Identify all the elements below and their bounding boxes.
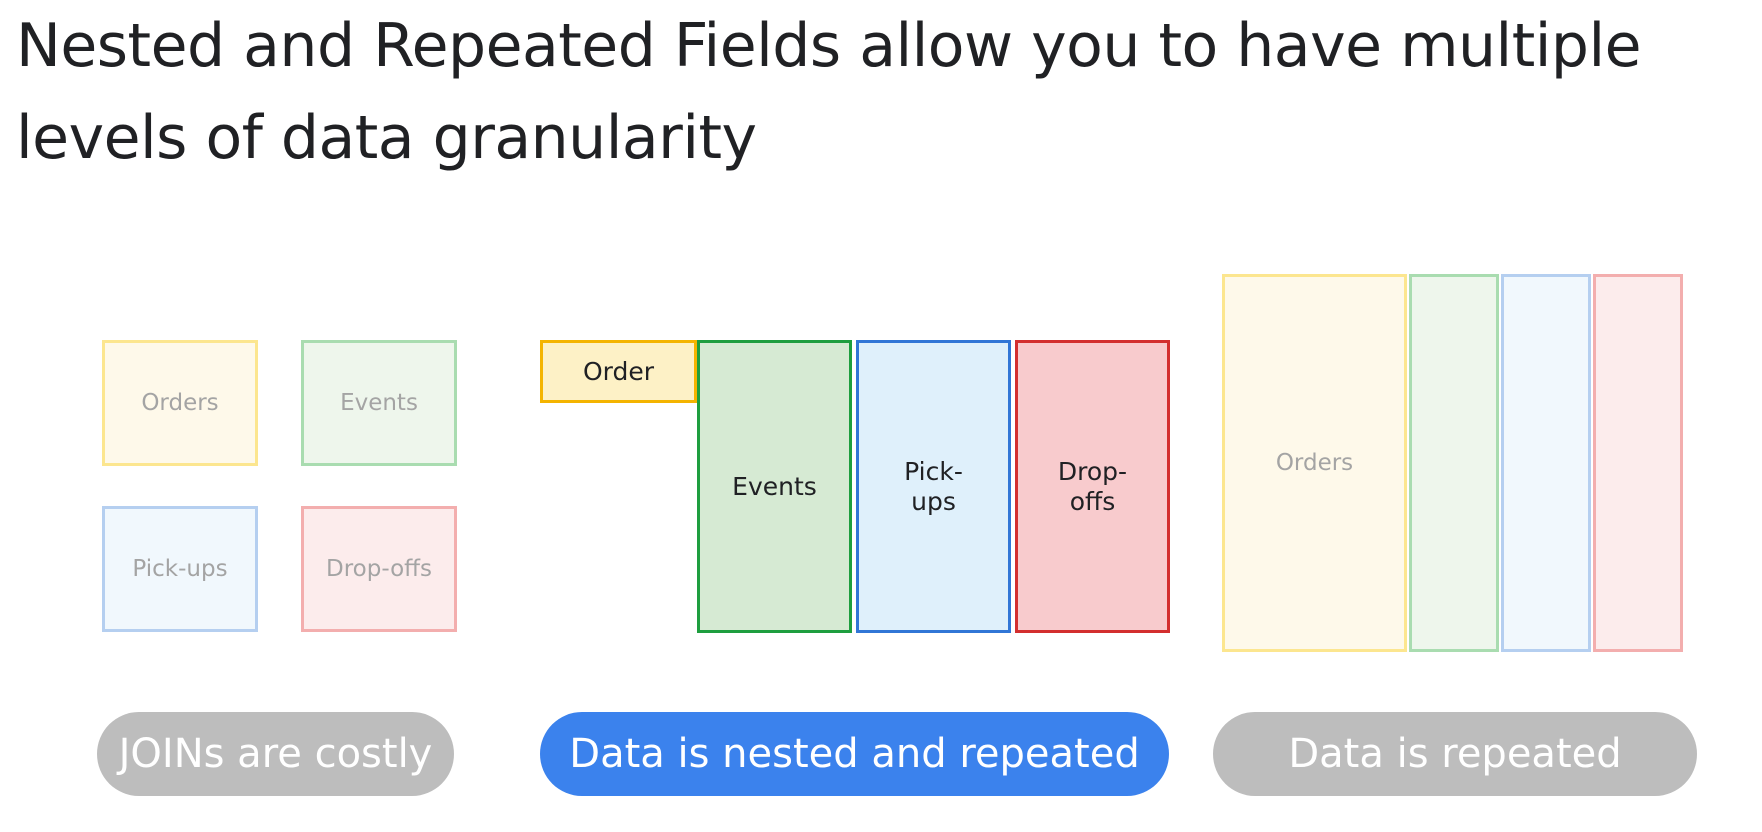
order-field: Order (540, 340, 697, 403)
dropoffs-table-label: Drop-offs (326, 556, 432, 582)
joins-costly-pill: JOINs are costly (97, 712, 454, 796)
pickups-table: Pick-ups (102, 506, 258, 632)
orders-table: Orders (102, 340, 258, 466)
joins-costly-label: JOINs are costly (118, 731, 433, 777)
nested-repeated-pill: Data is nested and repeated (540, 712, 1169, 796)
pickups-table-label: Pick-ups (132, 556, 228, 582)
events-repeated-column (1409, 274, 1499, 652)
dropoffs-field: Drop- offs (1015, 340, 1170, 633)
dropoffs-field-label: Drop- offs (1057, 456, 1128, 516)
pickups-repeated-column (1501, 274, 1591, 652)
order-field-label: Order (582, 356, 655, 386)
nested-repeated-label: Data is nested and repeated (569, 731, 1140, 777)
orders-repeated-label: Orders (1275, 450, 1354, 476)
repeated-label: Data is repeated (1288, 731, 1622, 777)
dropoffs-table: Drop-offs (301, 506, 457, 632)
orders-repeated-column: Orders (1222, 274, 1407, 652)
repeated-pill: Data is repeated (1213, 712, 1697, 796)
pickups-field-label: Pick- ups (904, 456, 963, 516)
events-field-label: Events (732, 471, 817, 501)
pickups-field: Pick- ups (856, 340, 1011, 633)
page-title: Nested and Repeated Fields allow you to … (16, 11, 1642, 173)
events-table-label: Events (340, 390, 418, 416)
dropoffs-repeated-column (1593, 274, 1683, 652)
orders-table-label: Orders (141, 390, 219, 416)
events-field: Events (697, 340, 852, 633)
events-table: Events (301, 340, 457, 466)
